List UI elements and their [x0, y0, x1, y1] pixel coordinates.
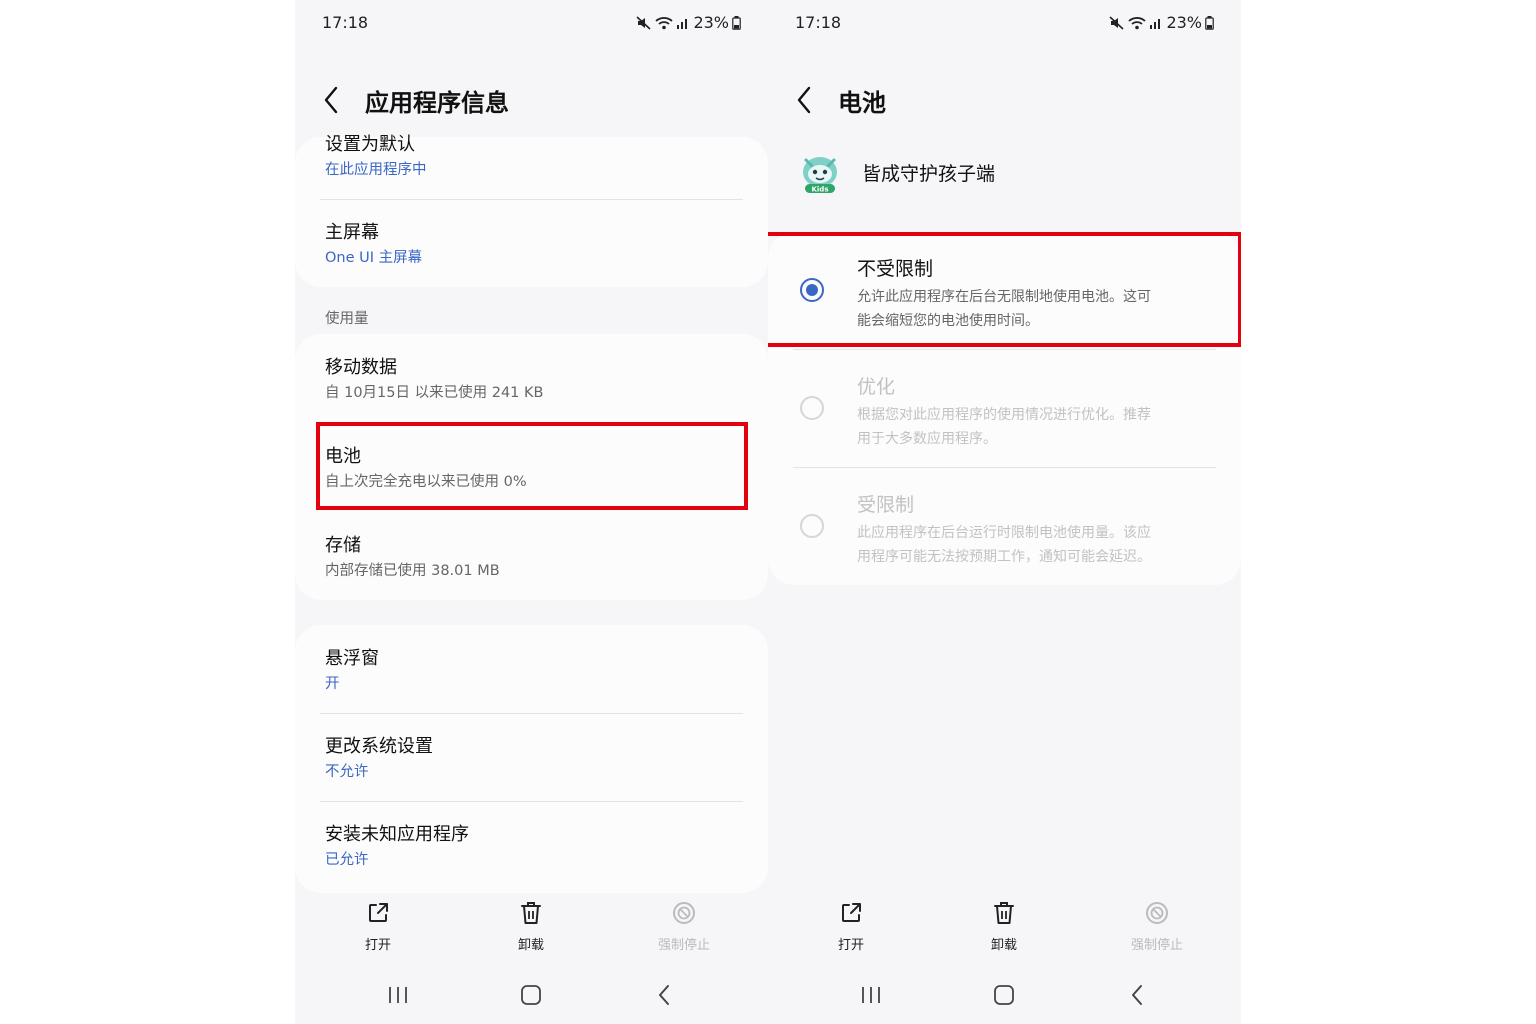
storage-item[interactable]: 存储 内部存储已使用 38.01 MB — [325, 534, 744, 581]
force-stop-button[interactable]: 强制停止 — [1112, 898, 1202, 953]
wifi-icon — [1128, 16, 1147, 29]
option-title: 优化 — [857, 376, 896, 398]
recent-apps-icon[interactable] — [851, 980, 891, 1010]
install-unknown-title: 安装未知应用程序 — [325, 824, 469, 845]
home-screen-title: 主屏幕 — [325, 222, 379, 243]
divider — [320, 199, 743, 200]
back-icon[interactable] — [323, 85, 345, 115]
status-bar: 17:18 23% — [795, 13, 1214, 35]
back-icon[interactable] — [796, 85, 818, 115]
option-desc-line2: 用程序可能无法按预期工作，通知可能会延迟。 — [857, 549, 1151, 565]
install-unknown-item[interactable]: 安装未知应用程序 已允许 — [325, 823, 744, 870]
block-icon — [673, 902, 695, 924]
app-badge: Kids — [811, 186, 828, 194]
status-time: 17:18 — [322, 13, 369, 32]
uninstall-button[interactable]: 卸载 — [959, 898, 1049, 953]
signal-icon — [677, 18, 688, 29]
uninstall-label: 卸载 — [990, 938, 1017, 953]
set-default-item[interactable]: 设置为默认 在此应用程序中 — [325, 133, 744, 180]
storage-value: 内部存储已使用 38.01 MB — [325, 563, 500, 579]
option-desc-line1: 根据您对此应用程序的使用情况进行优化。推荐 — [857, 407, 1151, 423]
mobile-data-title: 移动数据 — [325, 357, 397, 378]
battery-icon — [1205, 15, 1214, 30]
open-button[interactable]: 打开 — [806, 898, 896, 953]
page-title: 电池 — [838, 88, 886, 117]
install-unknown-value: 已允许 — [325, 852, 369, 868]
home-icon[interactable] — [984, 980, 1024, 1010]
mute-icon — [1109, 15, 1124, 30]
block-icon — [1146, 902, 1168, 924]
force-stop-label: 强制停止 — [657, 938, 710, 953]
floating-window-value: 开 — [325, 676, 340, 692]
option-desc-line2: 用于大多数应用程序。 — [857, 431, 997, 447]
defaults-card: 设置为默认 在此应用程序中 主屏幕 One UI 主屏幕 — [295, 134, 768, 287]
set-default-value: 在此应用程序中 — [325, 162, 427, 178]
option-title: 受限制 — [857, 494, 915, 516]
page-title: 应用程序信息 — [365, 88, 509, 117]
open-icon — [842, 903, 861, 922]
trash-icon — [994, 902, 1014, 924]
app-name: 皆成守护孩子端 — [862, 162, 996, 185]
status-bar: 17:18 23% — [322, 13, 741, 35]
bottom-action-bar: 打开 卸载 强制停止 — [768, 898, 1241, 958]
wifi-icon — [655, 16, 674, 29]
usage-section-label: 使用量 — [325, 311, 369, 327]
divider — [793, 467, 1216, 468]
divider — [320, 801, 743, 802]
open-button[interactable]: 打开 — [333, 898, 423, 953]
option-desc-line1: 此应用程序在后台运行时限制电池使用量。该应 — [857, 525, 1151, 541]
uninstall-label: 卸载 — [517, 938, 544, 953]
storage-title: 存储 — [325, 535, 361, 556]
open-label: 打开 — [837, 938, 864, 953]
mobile-data-value: 自 10月15日 以来已使用 241 KB — [325, 385, 544, 401]
floating-window-title: 悬浮窗 — [325, 648, 379, 669]
force-stop-button[interactable]: 强制停止 — [639, 898, 729, 953]
battery-screen: 17:18 23% 电池 Kids 皆成守护孩子端 不受限制 允许此应用程序在后… — [768, 0, 1241, 1024]
permissions-card: 悬浮窗 开 更改系统设置 不允许 安装未知应用程序 已允许 — [295, 625, 768, 893]
floating-window-item[interactable]: 悬浮窗 开 — [325, 647, 744, 694]
home-screen-value: One UI 主屏幕 — [325, 250, 423, 266]
set-default-title: 设置为默认 — [325, 134, 415, 155]
status-time: 17:18 — [795, 13, 842, 32]
uninstall-button[interactable]: 卸载 — [486, 898, 576, 953]
battery-icon — [732, 15, 741, 30]
open-icon — [369, 903, 388, 922]
modify-settings-value: 不允许 — [325, 764, 369, 780]
battery-highlight-box — [316, 422, 748, 510]
app-info-screen: 17:18 23% 应用程序信息 设置为默认 在此应用程序中 主屏幕 One U… — [295, 0, 768, 1024]
bottom-action-bar: 打开 卸载 强制停止 — [295, 898, 768, 958]
signal-icon — [1150, 18, 1161, 29]
system-nav-bar — [295, 980, 768, 1010]
home-screen-item[interactable]: 主屏幕 One UI 主屏幕 — [325, 221, 744, 268]
nav-back-icon[interactable] — [644, 980, 684, 1010]
nav-back-icon[interactable] — [1117, 980, 1157, 1010]
radio-unselected[interactable] — [800, 396, 824, 420]
divider — [793, 349, 1216, 350]
system-nav-bar — [768, 980, 1241, 1010]
battery-percent: 23% — [1166, 13, 1202, 32]
battery-percent: 23% — [693, 13, 729, 32]
force-stop-label: 强制停止 — [1130, 938, 1183, 953]
radio-unselected[interactable] — [800, 514, 824, 538]
mobile-data-item[interactable]: 移动数据 自 10月15日 以来已使用 241 KB — [325, 356, 744, 403]
divider — [320, 713, 743, 714]
mute-icon — [636, 15, 651, 30]
page-header: 应用程序信息 — [323, 82, 509, 118]
unrestricted-highlight-box — [768, 232, 1241, 347]
modify-settings-item[interactable]: 更改系统设置 不允许 — [325, 735, 744, 782]
app-logo-icon: Kids — [803, 157, 837, 194]
recent-apps-icon[interactable] — [378, 980, 418, 1010]
app-header: Kids 皆成守护孩子端 — [800, 150, 995, 194]
page-header: 电池 — [796, 82, 886, 118]
open-label: 打开 — [364, 938, 391, 953]
trash-icon — [521, 902, 541, 924]
home-icon[interactable] — [511, 980, 551, 1010]
modify-settings-title: 更改系统设置 — [325, 736, 433, 757]
